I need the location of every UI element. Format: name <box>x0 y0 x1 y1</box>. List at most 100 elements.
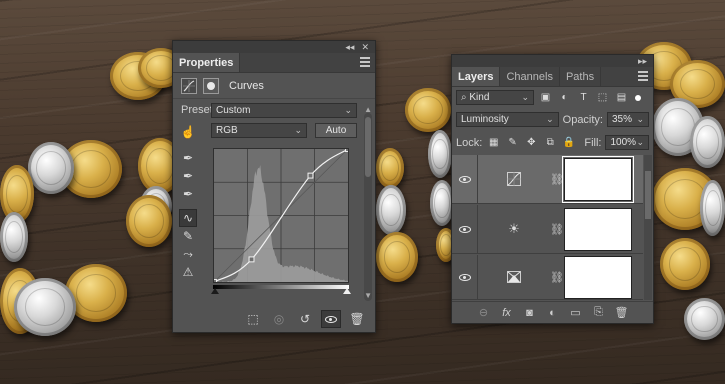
pencil-icon[interactable]: ✎ <box>179 227 197 245</box>
filter-toggle-icon[interactable] <box>635 94 641 101</box>
fill-value: 100% <box>610 137 637 148</box>
curves-adjustment-icon <box>478 172 550 186</box>
layer-row-curves[interactable]: ⛓ <box>452 155 643 204</box>
eyedropper-white-icon[interactable]: ✒ <box>179 185 197 203</box>
visibility-toggle[interactable] <box>452 205 478 253</box>
lock-position-icon[interactable]: ✥ <box>524 136 539 150</box>
auto-button[interactable]: Auto <box>315 123 357 138</box>
new-group-icon[interactable]: ▭ <box>569 306 583 319</box>
link-layers-icon[interactable]: ⊖ <box>477 306 491 319</box>
filter-adjustment-icon[interactable]: ◐ <box>557 91 572 105</box>
coin-silver <box>14 278 76 336</box>
blend-mode-select[interactable]: Luminosity ⌄ <box>456 112 559 127</box>
filter-smart-object-icon[interactable]: ▤ <box>614 91 629 105</box>
filter-type-icon[interactable]: T <box>576 91 591 105</box>
curve-points-icon[interactable]: ∿ <box>179 209 197 227</box>
curves-tools: ✒ ✒ ✒ ∿ ✎ ⤳ ⚠ <box>179 149 197 281</box>
curves-adjustment-icon[interactable] <box>181 77 197 94</box>
coin-silver <box>428 130 452 178</box>
coin-silver <box>684 298 725 340</box>
clipping-warning-icon[interactable]: ⚠ <box>179 263 197 281</box>
opacity-field[interactable]: 35% ⌄ <box>607 112 649 127</box>
new-layer-icon[interactable]: ⎘ <box>592 306 606 319</box>
chevron-down-icon: ⌄ <box>636 114 644 124</box>
panel-menu-icon[interactable] <box>360 57 370 67</box>
close-icon[interactable]: ✕ <box>361 41 369 53</box>
smooth-icon[interactable]: ⤳ <box>179 245 197 263</box>
blend-row: Luminosity ⌄ Opacity: 35% ⌄ <box>456 112 649 127</box>
fx-icon[interactable]: fx <box>500 307 514 319</box>
eye-icon <box>458 175 471 183</box>
coin-silver <box>690 116 725 168</box>
layer-row-levels[interactable]: ⛓ <box>452 255 643 300</box>
clip-to-layer-icon[interactable]: ⬚ <box>243 310 263 328</box>
reset-icon[interactable]: ↺ <box>295 310 315 328</box>
tab-channels[interactable]: Channels <box>500 67 560 86</box>
lock-row: Lock: ▦ ✎ ✥ ⧉ 🔒 Fill: 100% ⌄ <box>456 135 649 150</box>
lock-image-icon[interactable]: ✎ <box>505 136 520 150</box>
chain-link-icon[interactable]: ⛓ <box>550 173 564 186</box>
black-point-slider[interactable] <box>211 288 219 294</box>
filter-kind-value: Kind <box>469 92 490 103</box>
layers-scrollbar[interactable] <box>644 155 652 300</box>
view-previous-icon[interactable]: ◎ <box>269 310 289 328</box>
chevron-down-icon: ⌄ <box>344 105 352 115</box>
chain-link-icon[interactable]: ⛓ <box>550 223 564 236</box>
layer-mask-icon[interactable] <box>203 77 219 94</box>
properties-scrollbar[interactable] <box>364 113 372 301</box>
layers-panel: ▸▸ Layers Channels Paths ⌕ Kind ⌄ ▣ ◐ T … <box>451 54 654 324</box>
chevron-down-icon: ⌄ <box>521 92 529 102</box>
channel-select[interactable]: RGB ⌄ <box>211 123 307 138</box>
collapse-icon[interactable]: ▸▸ <box>638 55 647 67</box>
layers-footer: ⊖ fx ◙ ◐ ▭ ⎘ 🗑 <box>452 301 653 323</box>
opacity-value: 35% <box>612 114 633 125</box>
properties-footer: ⬚ ◎ ↺ 🗑 <box>173 306 375 332</box>
filter-shape-icon[interactable]: ⬚ <box>595 91 610 105</box>
brightness-adjustment-icon: ☀ <box>508 221 520 236</box>
eyedropper-black-icon[interactable]: ✒ <box>179 149 197 167</box>
tab-paths[interactable]: Paths <box>560 67 602 86</box>
lock-transparent-icon[interactable]: ▦ <box>486 136 501 150</box>
coin-silver <box>0 212 28 262</box>
white-point-slider[interactable] <box>343 288 351 294</box>
tab-layers[interactable]: Layers <box>452 67 501 86</box>
curves-graph[interactable] <box>213 148 349 283</box>
lock-artboard-icon[interactable]: ⧉ <box>543 136 558 150</box>
visibility-icon[interactable] <box>321 310 341 328</box>
filter-kind-select[interactable]: ⌕ Kind ⌄ <box>456 90 534 105</box>
coin-gold <box>126 195 172 247</box>
coin-silver <box>376 185 406 235</box>
layer-row-brightness[interactable]: ☀ ⛓ <box>452 205 643 254</box>
hand-target-icon[interactable]: ☝ <box>179 123 197 141</box>
collapse-icon[interactable]: ◂◂ <box>345 41 354 53</box>
trash-icon[interactable]: 🗑 <box>347 310 367 328</box>
trash-icon[interactable]: 🗑 <box>615 306 629 319</box>
preset-select[interactable]: Custom ⌄ <box>211 103 357 118</box>
layer-mask-thumbnail[interactable] <box>562 155 634 203</box>
coin-gold <box>376 148 404 188</box>
tab-properties[interactable]: Properties <box>173 53 241 72</box>
new-adjustment-icon[interactable]: ◐ <box>546 307 560 319</box>
fill-field[interactable]: 100% ⌄ <box>605 135 649 150</box>
chevron-down-icon: ⌄ <box>546 114 554 124</box>
panel-top-bar: ▸▸ <box>452 55 653 67</box>
eyedropper-gray-icon[interactable]: ✒ <box>179 167 197 185</box>
visibility-toggle[interactable] <box>452 155 478 203</box>
properties-header: Curves <box>173 73 375 99</box>
chevron-down-icon: ⌄ <box>294 125 302 135</box>
add-mask-icon[interactable]: ◙ <box>523 307 537 319</box>
coin-silver <box>700 180 725 236</box>
lock-all-icon[interactable]: 🔒 <box>562 136 577 150</box>
filter-pixel-icon[interactable]: ▣ <box>538 91 553 105</box>
curve-control-point <box>214 279 217 282</box>
scroll-down-icon[interactable]: ▼ <box>364 291 372 300</box>
properties-tabbar: Properties <box>173 53 375 73</box>
chain-link-icon[interactable]: ⛓ <box>550 271 564 284</box>
layer-mask-thumbnail[interactable] <box>564 255 632 299</box>
panel-menu-icon[interactable] <box>638 71 648 81</box>
visibility-toggle[interactable] <box>452 255 478 299</box>
layers-tabbar: Layers Channels Paths <box>452 67 653 87</box>
layer-mask-thumbnail[interactable] <box>564 207 632 251</box>
coin-silver <box>28 142 74 194</box>
coin-gold <box>376 232 418 282</box>
